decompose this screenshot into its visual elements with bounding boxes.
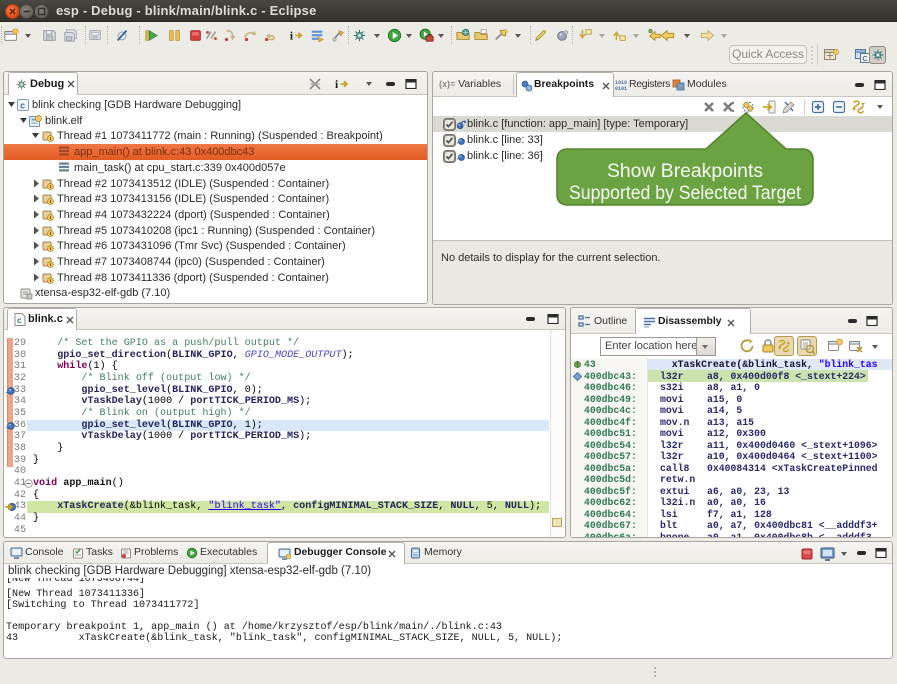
svg-text:0101: 0101 [615,86,627,91]
svg-text:Show Breakpoints: Show Breakpoints [607,160,763,182]
svg-text:Supported by Selected Target: Supported by Selected Target [569,182,802,204]
svg-text:C: C [863,56,868,63]
svg-text:i: i [290,30,294,42]
svg-text:i: i [335,79,338,91]
svg-text:c: c [20,102,25,112]
svg-text:c: c [17,317,22,326]
svg-text:888: 888 [92,35,99,40]
